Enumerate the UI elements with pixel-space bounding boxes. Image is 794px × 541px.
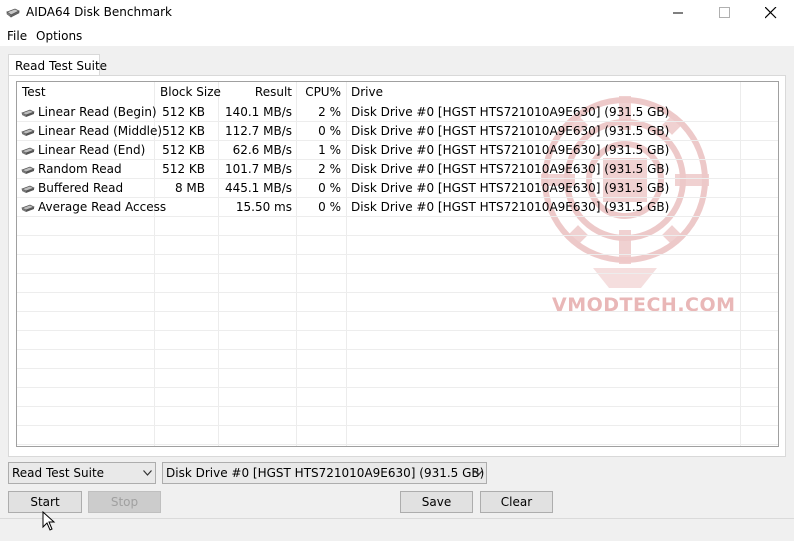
cell-test: Average Read Access	[38, 200, 167, 214]
maximize-icon	[719, 7, 730, 18]
cell-cpu: 1 %	[318, 143, 341, 157]
chevron-down-icon	[143, 470, 152, 476]
menu-bar: File Options	[0, 26, 794, 46]
cell-block-size: 8 MB	[174, 181, 205, 195]
cell-cpu: 0 %	[318, 200, 341, 214]
cell-cpu: 0 %	[318, 124, 341, 138]
empty-row	[17, 255, 778, 274]
cell-result: 62.6 MB/s	[232, 143, 292, 157]
disk-drive-icon	[21, 204, 35, 212]
cell-result: 101.7 MB/s	[224, 162, 292, 176]
list-header: Test Block Size Result CPU% Drive	[17, 82, 778, 102]
close-button[interactable]	[748, 0, 794, 26]
table-row[interactable]: Random Read 512 KB 101.7 MB/s 2 % Disk D…	[17, 160, 778, 179]
table-row[interactable]: Linear Read (Begin) 512 KB 140.1 MB/s 2 …	[17, 103, 778, 122]
header-block-size[interactable]: Block Size	[160, 85, 221, 99]
cell-drive: Disk Drive #0 [HGST HTS721010A9E630] (93…	[351, 105, 670, 119]
cell-drive: Disk Drive #0 [HGST HTS721010A9E630] (93…	[351, 162, 670, 176]
cell-block-size: 512 KB	[162, 143, 205, 157]
header-drive[interactable]: Drive	[351, 85, 383, 99]
disk-drive-icon	[6, 8, 20, 18]
minimize-icon	[673, 12, 683, 14]
cell-drive: Disk Drive #0 [HGST HTS721010A9E630] (93…	[351, 200, 670, 214]
disk-drive-icon	[21, 147, 35, 155]
empty-row	[17, 407, 778, 426]
cell-drive: Disk Drive #0 [HGST HTS721010A9E630] (93…	[351, 124, 670, 138]
empty-row	[17, 369, 778, 388]
cell-test: Linear Read (End)	[38, 143, 146, 157]
clear-button[interactable]: Clear	[480, 491, 553, 513]
cell-test: Linear Read (Begin)	[38, 105, 157, 119]
disk-drive-icon	[21, 109, 35, 117]
cell-test: Linear Read (Middle)	[38, 124, 163, 138]
cell-result: 445.1 MB/s	[224, 181, 292, 195]
cell-drive: Disk Drive #0 [HGST HTS721010A9E630] (93…	[351, 181, 670, 195]
cell-block-size: 512 KB	[162, 105, 205, 119]
empty-row	[17, 217, 778, 236]
cell-drive: Disk Drive #0 [HGST HTS721010A9E630] (93…	[351, 143, 670, 157]
cell-block-size: 512 KB	[162, 124, 205, 138]
cell-test: Random Read	[38, 162, 122, 176]
empty-row	[17, 236, 778, 255]
chevron-down-icon	[474, 470, 483, 476]
table-row[interactable]: Linear Read (Middle) 512 KB 112.7 MB/s 0…	[17, 122, 778, 141]
table-row[interactable]: Average Read Access 15.50 ms 0 % Disk Dr…	[17, 198, 778, 217]
menu-file[interactable]: File	[7, 29, 27, 43]
cell-cpu: 0 %	[318, 181, 341, 195]
empty-row	[17, 388, 778, 407]
table-row[interactable]: Linear Read (End) 512 KB 62.6 MB/s 1 % D…	[17, 141, 778, 160]
disk-drive-icon	[21, 185, 35, 193]
title-bar: AIDA64 Disk Benchmark	[0, 0, 794, 26]
close-icon	[765, 7, 777, 19]
maximize-button[interactable]	[702, 0, 748, 26]
cell-block-size: 512 KB	[162, 162, 205, 176]
stop-button[interactable]: Stop	[88, 491, 161, 513]
start-button[interactable]: Start	[8, 491, 82, 513]
empty-row	[17, 312, 778, 331]
cell-cpu: 2 %	[318, 105, 341, 119]
cell-cpu: 2 %	[318, 162, 341, 176]
tab-label: Read Test Suite	[15, 59, 108, 73]
save-button[interactable]: Save	[400, 491, 473, 513]
cell-test: Buffered Read	[38, 181, 124, 195]
drive-select[interactable]: Disk Drive #0 [HGST HTS721010A9E630] (93…	[162, 462, 487, 484]
disk-drive-icon	[21, 128, 35, 136]
cell-result: 15.50 ms	[235, 200, 292, 214]
empty-row	[17, 274, 778, 293]
menu-options[interactable]: Options	[36, 29, 82, 43]
disk-drive-icon	[21, 166, 35, 174]
test-suite-select[interactable]: Read Test Suite	[8, 462, 156, 484]
tab-read-test-suite[interactable]: Read Test Suite	[8, 54, 107, 76]
cell-result: 140.1 MB/s	[224, 105, 292, 119]
empty-row	[17, 293, 778, 312]
table-row[interactable]: Buffered Read 8 MB 445.1 MB/s 0 % Disk D…	[17, 179, 778, 198]
results-list[interactable]: VMODTECH.COM Test Block Size Result CPU%…	[16, 81, 779, 447]
status-bar	[0, 518, 794, 541]
drive-value: Disk Drive #0 [HGST HTS721010A9E630] (93…	[166, 466, 485, 480]
empty-row	[17, 426, 778, 445]
window-title: AIDA64 Disk Benchmark	[26, 5, 173, 19]
cell-result: 112.7 MB/s	[224, 124, 292, 138]
empty-row	[17, 350, 778, 369]
header-test[interactable]: Test	[22, 85, 46, 99]
header-cpu[interactable]: CPU%	[297, 85, 341, 99]
empty-row	[17, 331, 778, 350]
mouse-cursor-icon	[42, 511, 56, 531]
minimize-button[interactable]	[656, 0, 702, 26]
test-suite-value: Read Test Suite	[12, 466, 105, 480]
header-result[interactable]: Result	[219, 85, 292, 99]
